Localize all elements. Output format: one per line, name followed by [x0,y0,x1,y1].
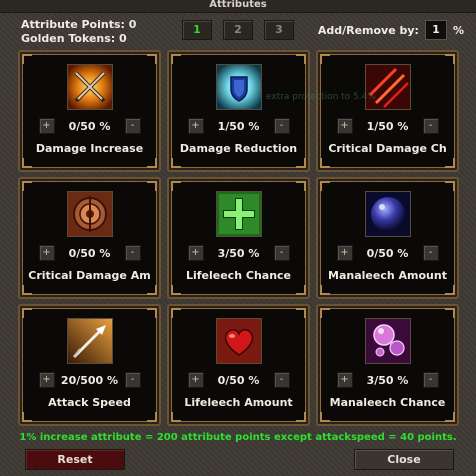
attribute-name: Critical Damage Am [28,269,151,282]
crossed-swords-icon [66,64,113,110]
attribute-value: 0/50 % [366,246,409,260]
page-tabs: 1 2 3 [182,20,294,40]
attribute-name: Lifeleech Chance [185,269,292,282]
increase-button[interactable]: + [38,118,55,134]
window-title: Attributes [0,0,476,13]
attribute-card-manaleech-chance: + 3/50 % - Manaleech Chance [316,304,459,426]
reset-button[interactable]: Reset [25,449,125,470]
increase-button[interactable]: + [187,118,204,134]
decrease-button[interactable]: - [273,118,290,134]
attribute-value: 1/50 % [366,119,409,133]
arrow-icon [66,318,113,364]
increase-button[interactable]: + [38,245,55,261]
heart-icon [215,318,262,364]
attribute-name: Attack Speed [48,396,131,409]
page-tab-2[interactable]: 2 [223,20,253,40]
attribute-name: Damage Increase [35,142,144,155]
attribute-card-attack-speed: + 20/500 % - Attack Speed [18,304,161,426]
attribute-card-lifeleech-chance: + 3/50 % - Lifeleech Chance [167,177,310,299]
attribute-card-damage-increase: + 0/50 % - Damage Increase [18,50,161,172]
attribute-value: 0/50 % [217,373,260,387]
attribute-value: 3/50 % [366,373,409,387]
attribute-value: 20/500 % [60,373,119,387]
points-info-note: 1% increase attribute = 200 attribute po… [19,432,457,443]
increase-button[interactable]: + [187,372,204,388]
decrease-button[interactable]: - [273,372,290,388]
decrease-button[interactable]: - [422,372,439,388]
attribute-name: Lifeleech Amount [184,396,293,409]
decrease-button[interactable]: - [273,245,290,261]
attribute-name: Damage Reduction [179,142,298,155]
shield-icon [215,64,262,110]
percent-sign: % [452,23,464,37]
decrease-button[interactable]: - [422,118,439,134]
attribute-name: Manaleech Amount [328,269,447,282]
decrease-button[interactable]: - [124,118,141,134]
attributes-window: Attributes Attribute Points: 0 Golden To… [0,0,476,476]
page-tab-1[interactable]: 1 [182,20,212,40]
decrease-button[interactable]: - [422,245,439,261]
attribute-name: Manaleech Chance [329,396,446,409]
add-remove-label: Add/Remove by: [317,23,419,37]
attribute-points-label: Attribute Points: 0 [21,18,137,31]
close-button[interactable]: Close [354,449,454,470]
attributes-grid: + 0/50 % - Damage Increase + 1/50 % - Da… [18,50,460,426]
attribute-value: 0/50 % [68,246,111,260]
increase-button[interactable]: + [336,118,353,134]
decrease-button[interactable]: - [124,372,141,388]
green-cross-icon [215,191,262,237]
attribute-card-critical-damage-chance: + 1/50 % - Critical Damage Ch [316,50,459,172]
increase-button[interactable]: + [336,372,353,388]
attribute-card-damage-reduction: + 1/50 % - Damage Reduction [167,50,310,172]
attribute-value: 1/50 % [217,119,260,133]
attribute-card-manaleech-amount: + 0/50 % - Manaleech Amount [316,177,459,299]
mana-orb-icon [364,191,411,237]
add-remove-control: Add/Remove by: 1 % [318,20,464,40]
target-icon [66,191,113,237]
attribute-card-lifeleech-amount: + 0/50 % - Lifeleech Amount [167,304,310,426]
decrease-button[interactable]: - [124,245,141,261]
increase-button[interactable]: + [38,372,55,388]
increase-button[interactable]: + [187,245,204,261]
page-tab-3[interactable]: 3 [264,20,294,40]
attribute-card-critical-damage-amount: + 0/50 % - Critical Damage Am [18,177,161,299]
increase-button[interactable]: + [336,245,353,261]
golden-tokens-label: Golden Tokens: 0 [21,32,127,45]
claw-slash-icon [364,64,411,110]
attribute-value: 0/50 % [68,119,111,133]
bubbles-icon [364,318,411,364]
attribute-value: 3/50 % [217,246,260,260]
attribute-name: Critical Damage Ch [328,142,447,155]
add-remove-input[interactable]: 1 [424,20,447,40]
points-summary: Attribute Points: 0 Golden Tokens: 0 [21,18,136,46]
